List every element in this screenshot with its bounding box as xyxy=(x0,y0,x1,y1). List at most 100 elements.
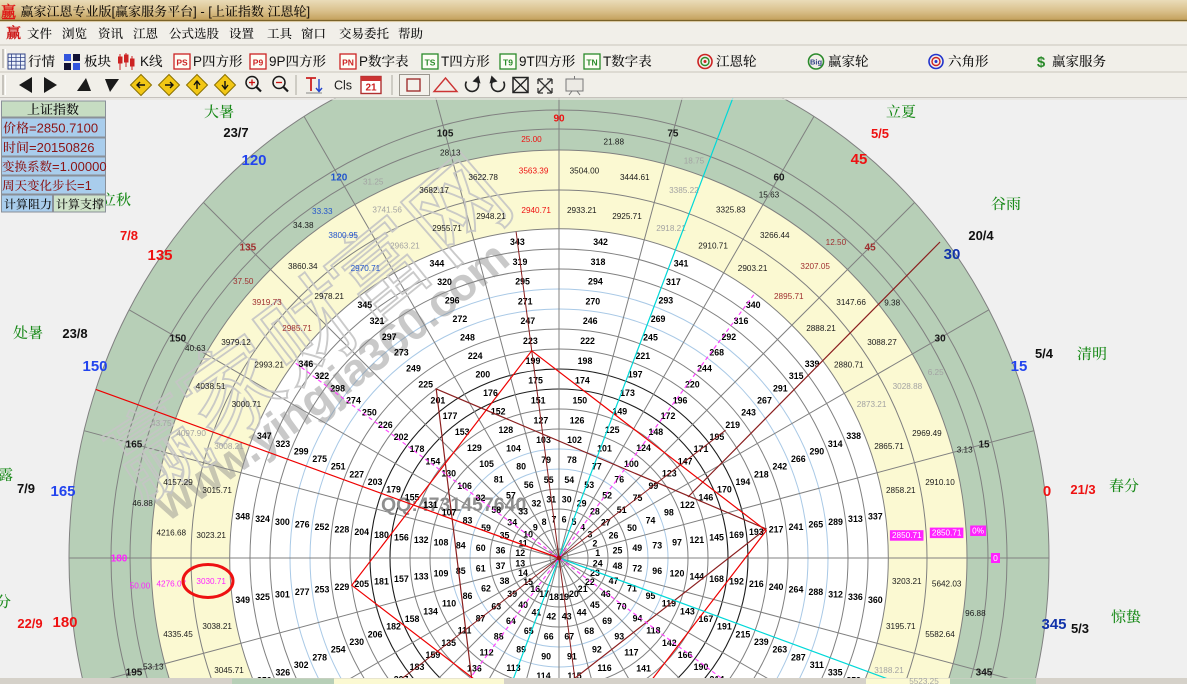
svg-text:317: 317 xyxy=(666,277,681,287)
svg-text:4038.51: 4038.51 xyxy=(196,382,226,391)
svg-text:2888.21: 2888.21 xyxy=(806,324,836,333)
svg-text:21: 21 xyxy=(365,83,377,94)
svg-text:337: 337 xyxy=(868,512,883,522)
svg-text:22: 22 xyxy=(585,577,595,587)
svg-text:341: 341 xyxy=(674,259,689,269)
svg-text:6: 6 xyxy=(562,515,567,525)
svg-text:60: 60 xyxy=(773,172,785,183)
svg-text:2850.71: 2850.71 xyxy=(932,529,962,538)
svg-text:48: 48 xyxy=(613,561,623,571)
svg-text:21.88: 21.88 xyxy=(604,138,625,147)
svg-text:97: 97 xyxy=(672,538,682,548)
svg-text:2910.71: 2910.71 xyxy=(698,241,728,250)
svg-text:P: P xyxy=(193,54,202,69)
svg-text:13: 13 xyxy=(515,558,525,568)
svg-text:45: 45 xyxy=(851,151,868,168)
svg-text:320: 320 xyxy=(437,277,452,287)
svg-text:246: 246 xyxy=(583,316,598,326)
svg-text:3023.21: 3023.21 xyxy=(196,531,226,540)
svg-text:141: 141 xyxy=(636,664,651,674)
svg-text:30: 30 xyxy=(944,246,961,263)
svg-text:3045.71: 3045.71 xyxy=(214,666,244,675)
svg-text:158: 158 xyxy=(405,614,420,624)
svg-text:9T: 9T xyxy=(519,54,535,69)
svg-text:3028.88: 3028.88 xyxy=(893,382,923,391)
svg-text:322: 322 xyxy=(314,371,329,381)
svg-text:105: 105 xyxy=(479,459,494,469)
svg-text:278: 278 xyxy=(312,652,327,662)
svg-text:] - [: ] - [ xyxy=(193,4,212,19)
svg-text:[: [ xyxy=(112,4,116,19)
svg-text:105: 105 xyxy=(437,129,454,140)
svg-text:3385.22: 3385.22 xyxy=(669,186,699,195)
svg-text:15: 15 xyxy=(978,440,990,451)
svg-text:2895.71: 2895.71 xyxy=(774,292,804,301)
svg-text:347: 347 xyxy=(257,431,272,441)
svg-text:84: 84 xyxy=(456,540,466,550)
svg-text:145: 145 xyxy=(709,532,724,542)
svg-text:291: 291 xyxy=(773,383,788,393)
svg-text:3.13: 3.13 xyxy=(957,445,973,454)
svg-text:81: 81 xyxy=(494,475,504,485)
svg-text:323: 323 xyxy=(275,439,290,449)
svg-text:132: 132 xyxy=(414,535,429,545)
svg-text:22/9: 22/9 xyxy=(17,616,42,631)
svg-text:18: 18 xyxy=(549,592,559,602)
svg-text:315: 315 xyxy=(789,371,804,381)
svg-text:251: 251 xyxy=(331,462,346,472)
svg-text:33.33: 33.33 xyxy=(312,207,333,216)
svg-text:21/3: 21/3 xyxy=(1070,482,1095,497)
svg-text:134: 134 xyxy=(423,606,438,616)
svg-text:23/7: 23/7 xyxy=(223,125,248,140)
svg-text:169: 169 xyxy=(729,530,744,540)
svg-text:53.13: 53.13 xyxy=(143,663,164,672)
svg-text:4157.29: 4157.29 xyxy=(163,478,193,487)
svg-text:2970.71: 2970.71 xyxy=(351,264,381,273)
svg-text:150: 150 xyxy=(572,396,587,406)
svg-text:192: 192 xyxy=(729,577,744,587)
svg-text:K: K xyxy=(140,54,149,69)
svg-text:2948.21: 2948.21 xyxy=(476,212,506,221)
svg-text:2850.71: 2850.71 xyxy=(892,531,922,540)
svg-text:5/3: 5/3 xyxy=(1071,621,1089,636)
svg-text:144: 144 xyxy=(689,571,704,581)
svg-text:45: 45 xyxy=(865,242,877,253)
svg-text:194: 194 xyxy=(736,477,751,487)
svg-text:180: 180 xyxy=(52,614,77,631)
svg-text:3000.71: 3000.71 xyxy=(232,400,262,409)
svg-text:133: 133 xyxy=(414,571,429,581)
svg-text:30: 30 xyxy=(935,334,947,345)
svg-text:86: 86 xyxy=(463,591,473,601)
svg-text:18.75: 18.75 xyxy=(684,156,705,165)
svg-text:191: 191 xyxy=(717,622,732,632)
svg-text:2865.71: 2865.71 xyxy=(874,442,904,451)
svg-text:219: 219 xyxy=(725,420,740,430)
svg-text:177: 177 xyxy=(443,411,458,421)
svg-text:225: 225 xyxy=(418,380,433,390)
svg-text:TS: TS xyxy=(425,58,436,68)
svg-text:5/4: 5/4 xyxy=(1035,346,1054,361)
svg-text:128: 128 xyxy=(498,425,513,435)
svg-text:69: 69 xyxy=(602,616,612,626)
svg-text:3860.34: 3860.34 xyxy=(288,262,318,271)
svg-text:196: 196 xyxy=(673,395,688,405)
svg-text:32: 32 xyxy=(532,499,542,509)
svg-text:38: 38 xyxy=(500,576,510,586)
svg-text:195: 195 xyxy=(126,667,143,678)
svg-text:3504.00: 3504.00 xyxy=(570,166,600,175)
svg-text:=20150826: =20150826 xyxy=(29,140,94,155)
svg-text:12.50: 12.50 xyxy=(826,238,847,247)
svg-text:62: 62 xyxy=(481,583,491,593)
svg-text:0: 0 xyxy=(1043,483,1051,500)
svg-text:2925.71: 2925.71 xyxy=(612,212,642,221)
svg-text:118: 118 xyxy=(646,626,660,636)
svg-text:326: 326 xyxy=(275,668,290,678)
svg-text:TN: TN xyxy=(586,58,597,68)
svg-text:182: 182 xyxy=(386,622,401,632)
svg-text:176: 176 xyxy=(483,388,498,398)
svg-text:150: 150 xyxy=(170,334,187,345)
svg-text:342: 342 xyxy=(593,237,608,247)
svg-text:61: 61 xyxy=(476,564,486,574)
svg-text:43.75: 43.75 xyxy=(151,419,172,428)
svg-text:215: 215 xyxy=(736,629,751,639)
